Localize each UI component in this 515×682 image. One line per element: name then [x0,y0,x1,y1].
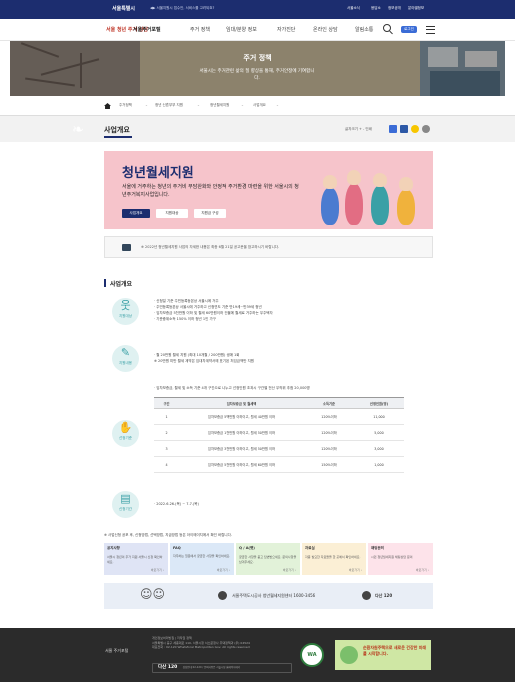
chevron-down-icon[interactable]: ⌄ [241,103,244,107]
notice-box: ※ 2022년 청년월세지원 사업의 자세한 내용은 최종 6월 21일 공고문… [104,236,433,258]
card-faq[interactable]: FAQ 자주하는 질문에서 궁금한 사항을 확인하세요. 바로가기 › [170,543,234,575]
breadcrumb-item[interactable]: 사업개요 [253,103,266,108]
banner-description: 서울에 거주하는 청년의 주거비 부담완화와 안정적 주거환경 마련을 위한 서… [122,184,299,198]
card-qna[interactable]: Q / A(뱃) 궁금한 사항을 묻고 답변받으세요. 문의사항을 남겨주세요. 바… [236,543,300,575]
login-button[interactable]: 로그인 [401,26,417,33]
overview-heading: 사업개요 [110,281,133,288]
document-icon [122,244,131,251]
breadcrumb-item[interactable]: 주거정책 [119,103,132,108]
chevron-down-icon[interactable]: ⌄ [197,103,200,107]
util-link-news[interactable]: 서울소식 [347,6,360,11]
leaf-icon: ❧ [72,122,84,138]
site-title[interactable]: 서울주거포털 [133,26,161,33]
menu-housing-policy[interactable]: 주거 정책 [190,26,210,33]
hand-coin-icon: ✋ 선정기준 [112,420,139,447]
footer: 서울 주거포털 개인정보처리방침 | 저작권 정책 서울특별시 중구 세종대로 … [0,628,515,682]
main-navigation: 서울 청년 주거 상담 서울주거포털 주거 정책 임대/분양 정보 자가진단 온… [0,19,515,41]
hero-banner: 주거 정책 서울시는 주거관련 삶의 질 향상을 통해, 주거안정에 기여합니다… [10,41,505,96]
util-link-category[interactable]: 분야별정보 [408,6,424,11]
person-icon: 웃 지원대상 [112,298,139,325]
people-illustration [309,165,429,225]
footer-logo[interactable]: 서울 주거포털 [105,648,128,653]
period-list: · 2022.6.26.(목) ~ 7.7.(목) [154,502,199,506]
table-row: 4 임차보증금 5천만원 이하이고, 월세 60만원 이하 150%이하 1,000 [154,456,404,473]
card-archive[interactable]: 자료실 각종 필요한 자료들을 한 곳에서 확인하세요. 바로가기 › [302,543,366,575]
table-header-row: 구간 임차보증금 및 월세액 소득기준 선정인원(명) [154,397,404,409]
kakao-icon[interactable] [411,125,419,133]
top-utility-bar: 서울특별시 ◀▶ 서울지원시 접수안, 서비스를 고려되죠? 서울소식 응답소 … [0,0,515,19]
breadcrumb: 주거정책 ⌄ 청년 신혼부부 지원 ⌄ 청년월세지원 ⌄ 사업개요 ⌄ [0,96,515,116]
breadcrumb-item[interactable]: 청년 신혼부부 지원 [155,103,183,108]
hotline-box: 다산 120 상담안내 02-120 / 문의사항은 서울시청 홈페이지에서 [152,663,292,673]
page-title: 사업개요 [104,126,130,134]
contact-bar: ☺☺ 서울주택도시공사 청년월세지원센터 1600-3456 다산 120 [104,583,433,609]
card-notice[interactable]: 공지사항 서울시 청년의 주거 지원 서울시 신청 확인하세요. 바로가기 › [104,543,168,575]
web-accessibility-badge[interactable]: WA [300,643,324,667]
table-row: 3 임차보증금 3천만원 이하이고, 월세 50만원 이하 120%이하 3,000 [154,440,404,457]
notice-text: ※ 2022년 청년월세지원 사업의 자세한 내용은 최종 6월 21일 공고문… [141,245,280,249]
contact-center: 서울주택도시공사 청년월세지원센터 1600-3456 [232,593,316,598]
calendar-icon: ▤ 신청기간 [112,491,139,518]
table-row: 1 임차보증금 5백만원 이하이고, 월세 40만원 이하 120%이하 11,000 [154,408,404,425]
program-banner: 청년월세지원 서울에 거주하는 청년의 주거비 부담완화와 안정적 주거환경 마… [104,151,433,229]
pill-overview[interactable]: 사업개요 [122,209,150,218]
counselor-icon: ☺☺ [140,587,166,601]
menu-online-counsel[interactable]: 온라인 상담 [313,26,338,33]
pill-target[interactable]: 지원대상 [156,209,188,218]
card-chat[interactable]: 채팅문의 시민 청년월세지원 채팅상담 문의 바로가기 › [368,543,433,575]
hero-title: 주거 정책 [243,54,272,62]
util-link-info[interactable]: 정보공개 [388,6,401,11]
tips-intro: ※ 사업신청 공포 후, 신청방법, 선택방법, 지급방법 등은 아이에이지에서… [104,533,232,537]
util-link-response[interactable]: 응답소 [371,6,381,11]
seoul-logo[interactable]: 서울특별시 [112,5,135,12]
edit-icon: ✎ 지원내용 [112,345,139,372]
chevron-down-icon[interactable]: ⌄ [276,103,279,107]
blog-icon[interactable] [400,125,408,133]
income-table: 구간 임차보증금 및 월세액 소득기준 선정인원(명) 1 임차보증금 5백만원 … [154,397,404,473]
font-size-tools[interactable]: 글자크기 + - 인쇄 [345,127,372,132]
print-icon[interactable] [422,125,430,133]
banner-title: 청년월세지원 [122,166,194,181]
breadcrumb-item[interactable]: 청년월세지원 [210,103,229,108]
facebook-icon[interactable] [389,125,397,133]
menu-self-diagnosis[interactable]: 자가진단 [277,26,295,33]
hero-subtitle: 서울시는 주거관련 삶의 질 향상을 통해, 주거안정에 기여합니다. [199,69,315,81]
criteria-list: · 임차보증금, 월세 및 소득 기준 4개 구간으로 나누고 선정인원 초과시… [154,386,310,390]
quick-link-cards: 공지사항 서울시 청년의 주거 지원 서울시 신청 확인하세요. 바로가기 › FA… [104,543,433,575]
phone-icon [362,591,371,600]
table-row: 2 임차보증금 1천만원 이하이고, 월세 50만원 이하 120%이하 5,000 [154,424,404,441]
pill-amount[interactable]: 지원금 구성 [194,209,226,218]
footer-ad-banner[interactable]: 순환자원주택으로 새로운 건강한 미래를 시작합니다. [335,640,431,670]
dasan-hotline: 다산 120 [375,593,393,598]
top-notice[interactable]: ◀▶ 서울지원시 접수안, 서비스를 고려되죠? [150,6,214,11]
search-icon[interactable] [383,24,391,32]
menu-hamburger-icon[interactable] [426,26,435,34]
menu-rental-info[interactable]: 임대/분양 정보 [226,26,257,33]
phone-icon [218,591,227,600]
home-icon[interactable] [104,103,111,109]
footer-info: 개인정보처리방침 | 저작권 정책 서울특별시 중구 세종대로 110, 서울시… [152,636,250,649]
menu-notice[interactable]: 알림소통 [355,26,373,33]
chevron-down-icon[interactable]: ⌄ [145,103,148,107]
target-list: · 신청일 기준 주민등록등본상 서울시에 거주 · 주민등록등본상 서울시에 … [154,299,273,321]
content-list: · 월 20만원 월세 지원 (최대 10개월 / 200만원) 생애 1회 ※… [154,353,255,363]
section-header: ❧ 사업개요 글자크기 + - 인쇄 [0,116,515,142]
